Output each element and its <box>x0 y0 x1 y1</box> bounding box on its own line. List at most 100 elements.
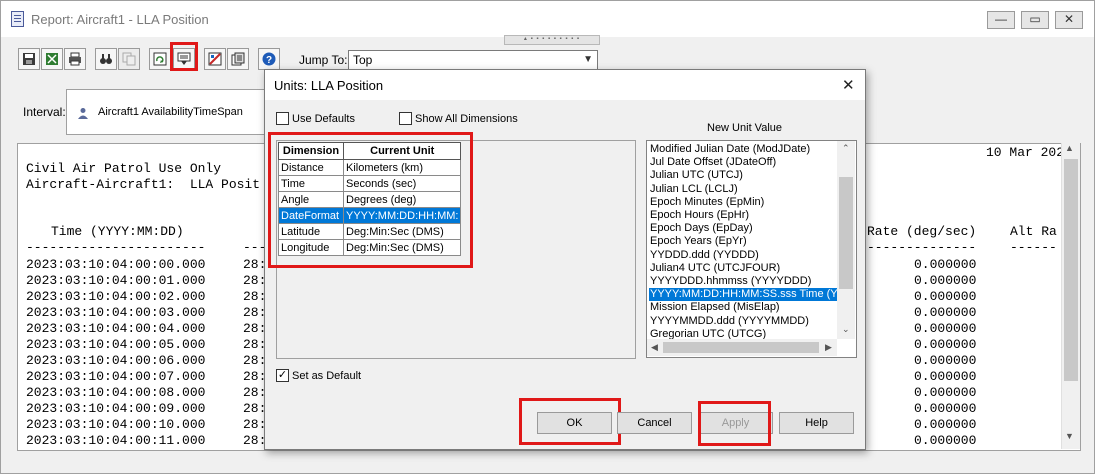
properties-button[interactable] <box>204 48 226 70</box>
refresh-button[interactable] <box>149 48 171 70</box>
row-rate: 0.000000 <box>914 257 977 272</box>
unit-option[interactable]: Jul Date Offset (JDateOff) <box>649 156 776 169</box>
unit-option[interactable]: YYYYDDD.hhmmss (YYYYDDD) <box>649 275 811 288</box>
list-horizontal-scrollbar[interactable]: ◀ ▶ <box>647 339 837 356</box>
list-scroll-left-icon[interactable]: ◀ <box>651 342 658 353</box>
list-scroll-right-icon[interactable]: ▶ <box>825 342 832 353</box>
separator-time: ----------------------- <box>26 240 206 255</box>
title-bar: Report: Aircraft1 - LLA Position — ▭ ✕ <box>1 1 1094 37</box>
row-latitude: 28: <box>243 401 267 416</box>
unit-option[interactable]: Epoch Minutes (EpMin) <box>649 196 764 209</box>
unit-option[interactable]: YYYY:MM:DD:HH:MM:SS.sss Time (YYYY <box>649 288 838 302</box>
row-rate: 0.000000 <box>914 353 977 368</box>
ok-button-highlight <box>519 398 621 445</box>
refresh-icon <box>153 52 167 66</box>
row-time: 2023:03:10:04:00:09.000 <box>26 401 206 416</box>
row-time: 2023:03:10:04:00:02.000 <box>26 289 206 304</box>
separator-alt: ------ <box>1010 240 1057 255</box>
copy-button[interactable] <box>118 48 140 70</box>
unit-option[interactable]: YYDDD.ddd (YYDDD) <box>649 249 759 262</box>
unit-option[interactable]: Julian LCL (LCLJ) <box>649 183 738 196</box>
row-time: 2023:03:10:04:00:04.000 <box>26 321 206 336</box>
list-scroll-up-icon[interactable]: ⌃ <box>842 143 850 154</box>
person-icon <box>78 108 88 119</box>
new-unit-value-list[interactable]: Modified Julian Date (ModJDate) Jul Date … <box>646 140 857 358</box>
row-time: 2023:03:10:04:00:00.000 <box>26 257 206 272</box>
cancel-button[interactable]: Cancel <box>617 412 692 434</box>
options-button[interactable] <box>227 48 249 70</box>
jump-to-label: Jump To: <box>299 53 348 67</box>
list-vertical-scrollbar[interactable]: ⌃ ⌄ <box>837 141 855 339</box>
row-time: 2023:03:10:04:00:07.000 <box>26 369 206 384</box>
jump-to-select[interactable]: Top ▼ <box>348 50 598 70</box>
row-latitude: 28: <box>243 417 267 432</box>
help-button[interactable]: ? <box>258 48 280 70</box>
unit-option[interactable]: YYYYMMDD.ddd (YYYYMMDD) <box>649 315 809 328</box>
scroll-up-arrow-icon[interactable]: ▲ <box>1065 143 1074 153</box>
unit-option[interactable]: Epoch Days (EpDay) <box>649 222 753 235</box>
save-icon <box>23 53 35 65</box>
find-button[interactable] <box>95 48 117 70</box>
row-rate: 0.000000 <box>914 289 977 304</box>
set-as-default-checkbox[interactable]: ✓ <box>276 369 289 382</box>
row-rate: 0.000000 <box>914 305 977 320</box>
row-latitude: 28: <box>243 321 267 336</box>
row-latitude: 28: <box>243 337 267 352</box>
unit-option[interactable]: Mission Elapsed (MisElap) <box>649 301 780 314</box>
column-header-rate: Rate (deg/sec) <box>867 224 977 239</box>
minimize-button[interactable]: — <box>987 11 1015 29</box>
svg-text:?: ? <box>266 55 272 66</box>
row-time: 2023:03:10:04:00:10.000 <box>26 417 206 432</box>
dialog-close-icon[interactable]: ✕ <box>842 76 855 94</box>
list-scroll-down-icon[interactable]: ⌄ <box>842 324 850 335</box>
report-header-line2: Aircraft-Aircraft1: LLA Posit <box>26 177 261 192</box>
properties-icon <box>208 52 222 66</box>
export-button[interactable] <box>41 48 63 70</box>
dimension-table-highlight <box>268 132 473 268</box>
row-time: 2023:03:10:04:00:01.000 <box>26 273 206 288</box>
apply-button-highlight <box>698 401 771 446</box>
dialog-title-bar: Units: LLA Position ✕ <box>265 70 865 100</box>
find-icon <box>100 54 112 64</box>
row-time: 2023:03:10:04:00:11.000 <box>26 433 206 448</box>
row-rate: 0.000000 <box>914 273 977 288</box>
maximize-button[interactable]: ▭ <box>1021 11 1049 29</box>
list-scroll-thumb[interactable] <box>839 177 853 289</box>
help-dialog-button[interactable]: Help <box>779 412 854 434</box>
scroll-down-arrow-icon[interactable]: ▼ <box>1065 431 1074 441</box>
report-vertical-scrollbar[interactable]: ▲ ▼ <box>1061 143 1080 449</box>
row-rate: 0.000000 <box>914 321 977 336</box>
window-title: Report: Aircraft1 - LLA Position <box>31 12 209 27</box>
row-rate: 0.000000 <box>914 401 977 416</box>
row-rate: 0.000000 <box>914 417 977 432</box>
use-defaults-checkbox[interactable] <box>276 112 289 125</box>
row-time: 2023:03:10:04:00:08.000 <box>26 385 206 400</box>
save-button[interactable] <box>18 48 40 70</box>
unit-option[interactable]: Epoch Hours (EpHr) <box>649 209 749 222</box>
show-all-dimensions-checkbox[interactable] <box>399 112 412 125</box>
interval-field[interactable]: Aircraft1 AvailabilityTimeSpan <box>66 89 266 135</box>
row-latitude: 28: <box>243 273 267 288</box>
scroll-thumb[interactable] <box>1064 159 1078 381</box>
use-defaults-label: Use Defaults <box>292 113 355 125</box>
options-icon <box>231 52 245 66</box>
close-button[interactable]: ✕ <box>1055 11 1083 29</box>
unit-option[interactable]: Julian4 UTC (UTCJFOUR) <box>649 262 780 275</box>
print-icon <box>69 52 81 66</box>
help-icon: ? <box>262 52 276 66</box>
report-header-line1: Civil Air Patrol Use Only <box>26 161 222 176</box>
export-icon <box>46 53 58 65</box>
row-latitude: 28: <box>243 353 267 368</box>
print-button[interactable] <box>64 48 86 70</box>
report-icon <box>11 11 24 27</box>
list-hscroll-thumb[interactable] <box>663 342 819 353</box>
unit-option[interactable]: Epoch Years (EpYr) <box>649 235 747 248</box>
unit-option[interactable]: Julian UTC (UTCJ) <box>649 169 743 182</box>
unit-option[interactable]: Modified Julian Date (ModJDate) <box>649 143 810 156</box>
row-time: 2023:03:10:04:00:06.000 <box>26 353 206 368</box>
row-latitude: 28: <box>243 289 267 304</box>
toolbar-grip[interactable]: ▴ ▪ ▪ ▪ ▪ ▪ ▪ ▪ ▪ ▪ <box>504 35 600 45</box>
set-as-default-label: Set as Default <box>292 370 362 382</box>
column-header-alt-rate: Alt Ra <box>1010 224 1057 239</box>
chevron-down-icon: ▼ <box>583 54 593 65</box>
